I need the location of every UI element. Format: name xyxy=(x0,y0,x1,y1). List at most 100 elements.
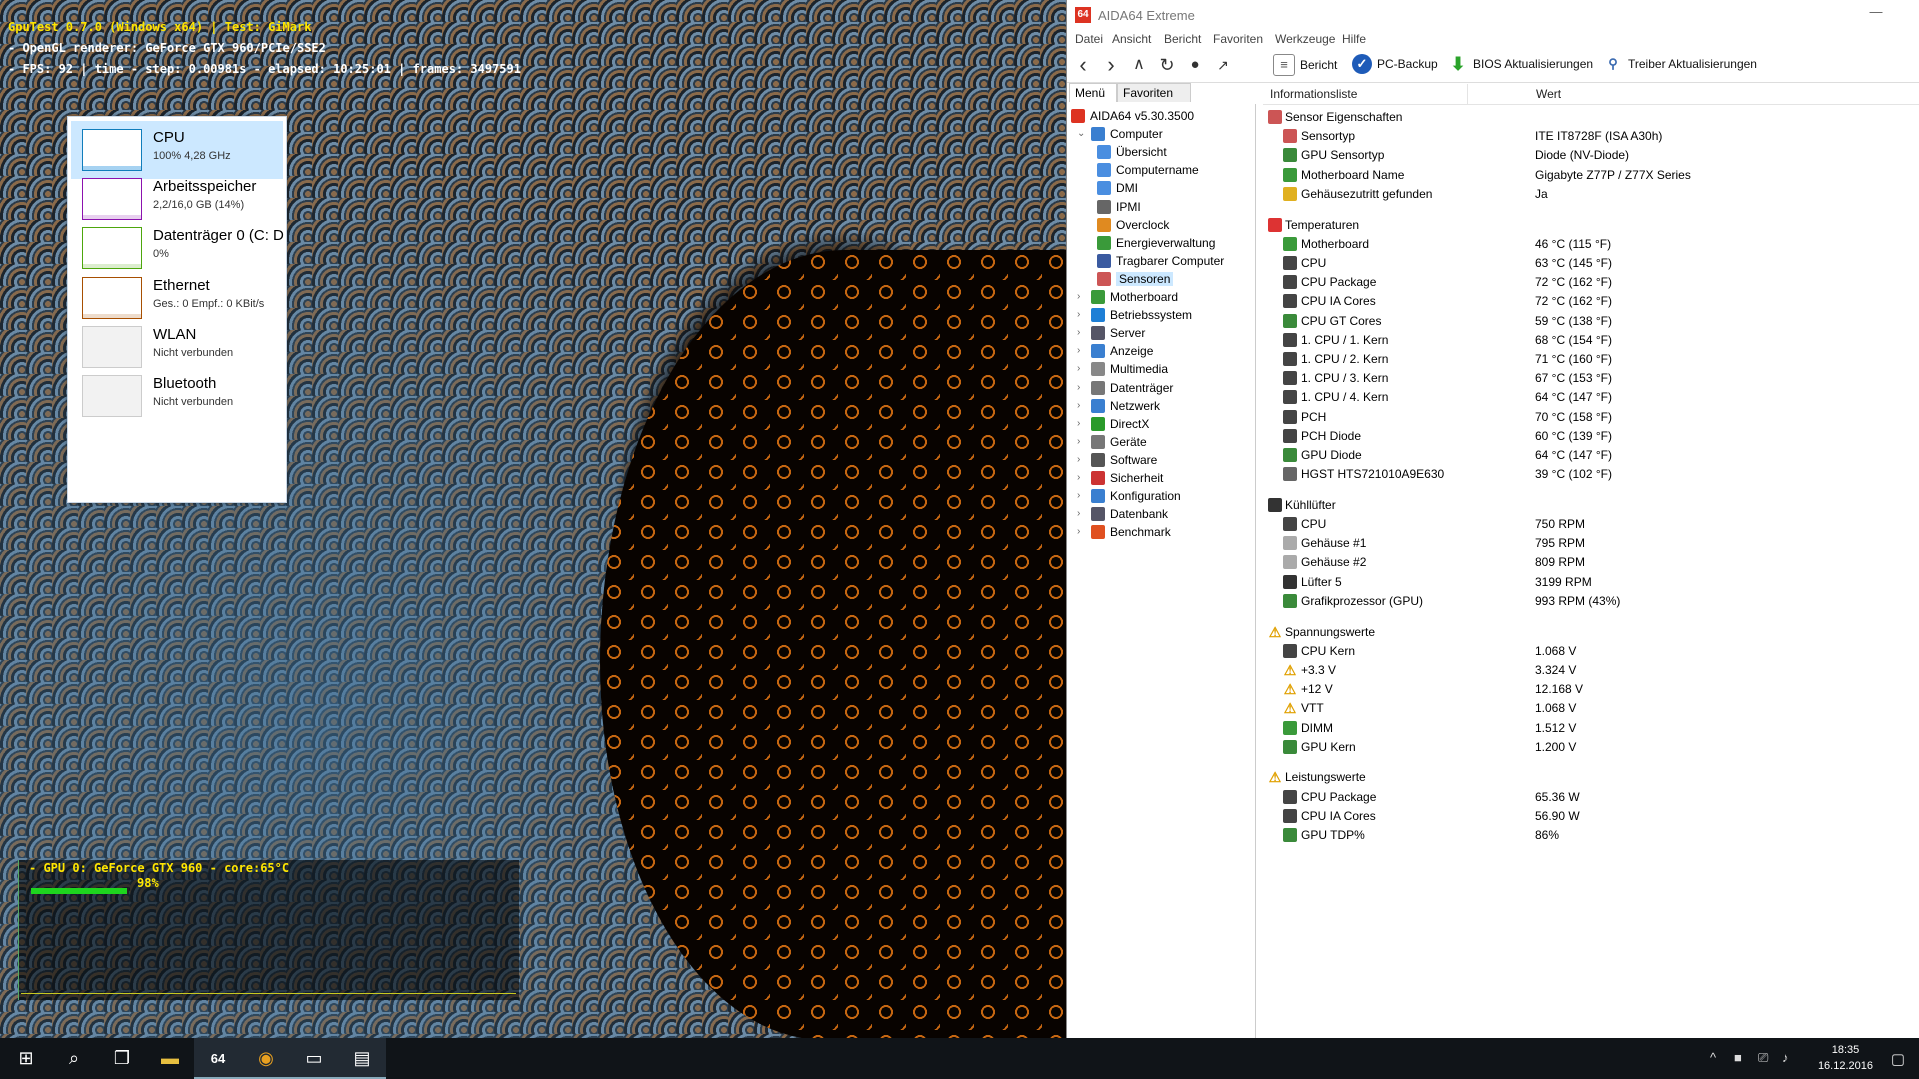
sensor-row[interactable]: 1. CPU / 3. Kern 67 °C (153 °F) xyxy=(1263,369,1919,388)
tree-item[interactable]: DMI xyxy=(1097,179,1255,197)
sensor-row[interactable]: GPU Sensortyp Diode (NV-Diode) xyxy=(1263,146,1919,165)
tree-item[interactable]: › Benchmark xyxy=(1077,523,1255,541)
chevron-right-icon[interactable]: › xyxy=(1077,433,1089,451)
sensor-row[interactable]: 1. CPU / 1. Kern 68 °C (154 °F) xyxy=(1263,331,1919,350)
tree-item[interactable]: Sensoren xyxy=(1097,270,1255,288)
notifications-icon[interactable]: ▢ xyxy=(1891,1050,1905,1068)
task-view-button[interactable]: ❐ xyxy=(98,1038,146,1079)
sensor-row[interactable]: ⚠ +3.3 V 3.324 V xyxy=(1263,661,1919,680)
section-header[interactable]: Sensor Eigenschaften xyxy=(1263,108,1919,127)
chevron-right-icon[interactable]: › xyxy=(1077,397,1089,415)
tray-app-icon[interactable]: ■ xyxy=(1734,1050,1742,1065)
taskmgr-taskbar-button[interactable]: ▤ xyxy=(338,1038,386,1079)
sensor-row[interactable]: CPU IA Cores 56.90 W xyxy=(1263,807,1919,826)
menu-bericht[interactable]: Bericht xyxy=(1164,32,1201,46)
sensor-row[interactable]: ⚠ VTT 1.068 V xyxy=(1263,699,1919,718)
start-button[interactable]: ⊞ xyxy=(2,1038,50,1079)
chart-icon[interactable]: ↗ xyxy=(1210,52,1236,78)
pc-backup-button[interactable]: ✓ PC-Backup xyxy=(1352,54,1438,78)
tree-item[interactable]: › Multimedia xyxy=(1077,360,1255,378)
section-header[interactable]: Kühllüfter xyxy=(1263,496,1919,515)
sensor-row[interactable]: GPU Kern 1.200 V xyxy=(1263,738,1919,757)
tree-item[interactable]: › Anzeige xyxy=(1077,342,1255,360)
chevron-right-icon[interactable]: › xyxy=(1077,324,1089,342)
tree-item[interactable]: ⌄ Computer xyxy=(1077,125,1255,143)
tree-item[interactable]: AIDA64 v5.30.3500 xyxy=(1071,107,1255,125)
volume-icon[interactable]: ♪ xyxy=(1782,1050,1789,1065)
sensor-row[interactable]: CPU IA Cores 72 °C (162 °F) xyxy=(1263,292,1919,311)
driver-update-button[interactable]: ⚲ Treiber Aktualisierungen xyxy=(1603,54,1757,78)
sensor-row[interactable]: Sensortyp ITE IT8728F (ISA A30h) xyxy=(1263,127,1919,146)
sensor-row[interactable]: GPU Diode 64 °C (147 °F) xyxy=(1263,446,1919,465)
sensor-row[interactable]: Motherboard Name Gigabyte Z77P / Z77X Ser… xyxy=(1263,166,1919,185)
chevron-right-icon[interactable]: › xyxy=(1077,451,1089,469)
sensor-row[interactable]: ⚠ +12 V 12.168 V xyxy=(1263,680,1919,699)
section-header[interactable]: ⚠ Leistungswerte xyxy=(1263,768,1919,787)
sensor-row[interactable]: Lüfter 5 3199 RPM xyxy=(1263,573,1919,592)
sensor-row[interactable]: CPU 63 °C (145 °F) xyxy=(1263,254,1919,273)
tree-item[interactable]: Computername xyxy=(1097,161,1255,179)
window-taskbar-button[interactable]: ▭ xyxy=(290,1038,338,1079)
menu-datei[interactable]: Datei xyxy=(1075,32,1103,46)
tree-item[interactable]: Overclock xyxy=(1097,216,1255,234)
menu-hilfe[interactable]: Hilfe xyxy=(1342,32,1366,46)
tree-item[interactable]: Tragbarer Computer xyxy=(1097,252,1255,270)
tree-item[interactable]: › Netzwerk xyxy=(1077,397,1255,415)
column-divider[interactable] xyxy=(1467,84,1468,104)
tab-menu[interactable]: Menü xyxy=(1069,83,1117,102)
tree-item[interactable]: › Geräte xyxy=(1077,433,1255,451)
sensor-row[interactable]: HGST HTS721010A9E630 39 °C (102 °F) xyxy=(1263,465,1919,484)
tree-item[interactable]: › DirectX xyxy=(1077,415,1255,433)
chevron-right-icon[interactable]: › xyxy=(1077,306,1089,324)
chevron-right-icon[interactable]: › xyxy=(1077,415,1089,433)
aida64-taskbar-button[interactable]: 64 xyxy=(194,1038,242,1079)
sensor-row[interactable]: Gehäusezutritt gefunden Ja xyxy=(1263,185,1919,204)
sensor-row[interactable]: Motherboard 46 °C (115 °F) xyxy=(1263,235,1919,254)
menu-favoriten[interactable]: Favoriten xyxy=(1213,32,1263,46)
title-bar[interactable]: 64 AIDA64 Extreme — xyxy=(1067,0,1919,30)
menu-werkzeuge[interactable]: Werkzeuge xyxy=(1275,32,1335,46)
show-hidden-icons[interactable]: ^ xyxy=(1710,1050,1716,1065)
file-explorer-button[interactable]: ▬ xyxy=(146,1038,194,1079)
sensor-row[interactable]: PCH 70 °C (158 °F) xyxy=(1263,408,1919,427)
section-header[interactable]: Temperaturen xyxy=(1263,216,1919,235)
tree-item[interactable]: › Motherboard xyxy=(1077,288,1255,306)
tree-item[interactable]: › Konfiguration xyxy=(1077,487,1255,505)
tree-item[interactable]: › Datenträger xyxy=(1077,379,1255,397)
section-header[interactable]: ⚠ Spannungswerte xyxy=(1263,623,1919,642)
menu-ansicht[interactable]: Ansicht xyxy=(1112,32,1151,46)
search-button[interactable]: ⌕ xyxy=(50,1038,98,1079)
minimize-button[interactable]: — xyxy=(1866,4,1886,22)
chevron-right-icon[interactable]: › xyxy=(1077,505,1089,523)
taskmgr-item[interactable]: Bluetooth Nicht verbunden xyxy=(71,367,283,425)
sensor-row[interactable]: PCH Diode 60 °C (139 °F) xyxy=(1263,427,1919,446)
column-informationsliste[interactable]: Informationsliste xyxy=(1270,87,1357,101)
chevron-down-icon[interactable]: ⌄ xyxy=(1077,125,1089,143)
sensor-row[interactable]: 1. CPU / 2. Kern 71 °C (160 °F) xyxy=(1263,350,1919,369)
tree-item[interactable]: › Betriebssystem xyxy=(1077,306,1255,324)
tree-item[interactable]: IPMI xyxy=(1097,198,1255,216)
chevron-right-icon[interactable]: › xyxy=(1077,487,1089,505)
tree-item[interactable]: › Datenbank xyxy=(1077,505,1255,523)
chevron-right-icon[interactable]: › xyxy=(1077,523,1089,541)
clock[interactable]: 18:35 16.12.2016 xyxy=(1818,1042,1873,1074)
chevron-right-icon[interactable]: › xyxy=(1077,379,1089,397)
sensor-row[interactable]: CPU 750 RPM xyxy=(1263,515,1919,534)
tree-item[interactable]: Energieverwaltung xyxy=(1097,234,1255,252)
sensor-row[interactable]: Gehäuse #1 795 RPM xyxy=(1263,534,1919,553)
report-button[interactable]: ≡ Bericht xyxy=(1273,54,1337,78)
up-arrow-icon[interactable]: ∧ xyxy=(1126,52,1152,78)
back-arrow-icon[interactable]: ‹ xyxy=(1070,52,1096,78)
sensor-row[interactable]: CPU Kern 1.068 V xyxy=(1263,642,1919,661)
chevron-right-icon[interactable]: › xyxy=(1077,288,1089,306)
tree-item[interactable]: › Sicherheit xyxy=(1077,469,1255,487)
sensor-row[interactable]: 1. CPU / 4. Kern 64 °C (147 °F) xyxy=(1263,388,1919,407)
sensor-row[interactable]: Gehäuse #2 809 RPM xyxy=(1263,553,1919,572)
tab-favorites[interactable]: Favoriten xyxy=(1117,83,1191,102)
gputest-taskbar-button[interactable]: ◉ xyxy=(242,1038,290,1079)
chevron-right-icon[interactable]: › xyxy=(1077,342,1089,360)
bios-update-button[interactable]: ⬇ BIOS Aktualisierungen xyxy=(1448,54,1593,78)
column-wert[interactable]: Wert xyxy=(1536,87,1561,101)
sensor-row[interactable]: CPU GT Cores 59 °C (138 °F) xyxy=(1263,312,1919,331)
user-icon[interactable]: ● xyxy=(1182,52,1208,78)
